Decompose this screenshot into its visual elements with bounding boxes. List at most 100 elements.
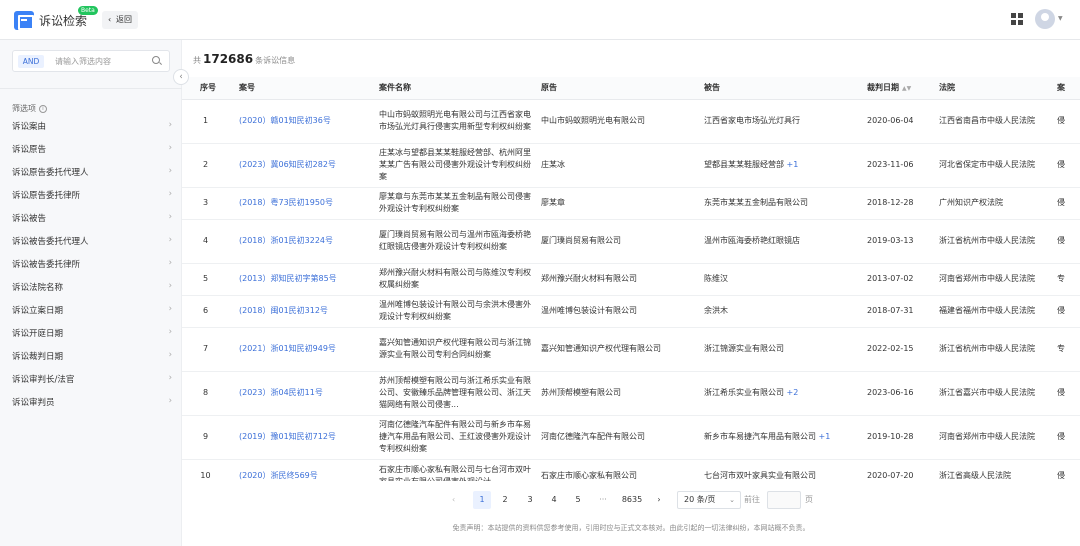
chevron-right-icon: ›: [168, 166, 172, 176]
row-index: 7: [182, 327, 234, 372]
filter-item-defendant-firm[interactable]: 诉讼被告委托律所 ›: [12, 258, 172, 272]
defendant: 陈维汉: [699, 263, 862, 296]
judgment-date: 2013-07-02: [862, 263, 934, 296]
case-name: 庄某冰与望都县某某鞋服经营部、杭州阿里某某广告有限公司侵害外观设计专利权纠纷案: [374, 143, 536, 188]
case-number-link[interactable]: (2018）粤73民初1950号: [234, 187, 374, 220]
table-header-row: 序号 案号 案件名称 原告 被告 裁判日期 ▲▼ 法院 案: [182, 77, 1080, 100]
filter-search-input[interactable]: 请输入筛选内容: [55, 56, 111, 67]
chevron-right-icon: ›: [168, 327, 172, 337]
user-avatar[interactable]: [1035, 9, 1055, 29]
cause: 侵: [1052, 295, 1080, 328]
case-number-link[interactable]: (2019）豫01知民初712号: [234, 415, 374, 460]
court: 江西省南昌市中级人民法院: [934, 99, 1052, 144]
case-number-link[interactable]: (2023）浙04民初11号: [234, 371, 374, 416]
page-size-select[interactable]: 20 条/页 ⌄: [677, 491, 741, 509]
case-number-link[interactable]: (2021）浙01知民初949号: [234, 327, 374, 372]
case-number-link[interactable]: (2020）赣01知民初36号: [234, 99, 374, 144]
chevron-right-icon: ›: [168, 143, 172, 153]
case-number-link[interactable]: (2023）冀06知民初282号: [234, 143, 374, 188]
col-header-index: 序号: [182, 77, 234, 100]
filter-item-chief-judge[interactable]: 诉讼审判长/法官 ›: [12, 373, 172, 387]
results-table: 序号 案号 案件名称 原告 被告 裁判日期 ▲▼ 法院 案 1 (2020）赣01…: [182, 77, 1080, 494]
cause: 侵: [1052, 371, 1080, 416]
page-button-1[interactable]: 1: [473, 491, 491, 509]
table-row[interactable]: 6 (2018）闽01民初312号 温州唯博包装设计有限公司与余洪木侵害外观设计…: [182, 295, 1080, 328]
filter-item-judgment-date[interactable]: 诉讼裁判日期 ›: [12, 350, 172, 364]
case-number-link[interactable]: (2013）郑知民初字第85号: [234, 263, 374, 296]
filter-item-court[interactable]: 诉讼法院名称 ›: [12, 281, 172, 295]
disclaimer-text: 免责声明：本站提供的资料供您参考使用，引用时应与正式文本核对。由此引起的一切法律…: [452, 524, 810, 532]
page-button-5[interactable]: 5: [573, 491, 583, 509]
table-row[interactable]: 1 (2020）赣01知民初36号 中山市蚂蚁照明光电有限公司与江西省家电市场弘…: [182, 99, 1080, 144]
results-panel: 共 172686 条诉讼信息 序号 案号 案件名称 原告 被告 裁判日期 ▲▼ 法院 …: [182, 40, 1080, 546]
defendant-more-link[interactable]: +1: [819, 432, 831, 441]
page-button-3[interactable]: 3: [525, 491, 535, 509]
prev-page-button[interactable]: ‹: [452, 491, 455, 509]
chevron-left-icon: ‹: [179, 72, 183, 82]
filter-item-defendant-agent[interactable]: 诉讼被告委托代理人 ›: [12, 235, 172, 249]
row-index: 8: [182, 371, 234, 416]
row-index: 5: [182, 263, 234, 296]
grid-apps-icon[interactable]: [1011, 13, 1023, 25]
filter-search-box[interactable]: AND 请输入筛选内容: [12, 50, 170, 72]
filter-item-plaintiff-firm[interactable]: 诉讼原告委托律所 ›: [12, 189, 172, 203]
court: 浙江省杭州市中级人民法院: [934, 219, 1052, 264]
plaintiff: 廖某章: [536, 187, 699, 220]
and-operator-tag[interactable]: AND: [18, 55, 44, 68]
back-button[interactable]: ‹ 返回: [102, 11, 138, 29]
defendant: 温州市瓯海委桥艳红眼镜店: [699, 219, 862, 264]
table-row[interactable]: 5 (2013）郑知民初字第85号 郑州豫兴耐火材料有限公司与陈维汉专利权权属纠…: [182, 263, 1080, 296]
caret-down-icon[interactable]: ▼: [1058, 15, 1063, 22]
judgment-date: 2019-10-28: [862, 415, 934, 460]
judgment-date: 2022-02-15: [862, 327, 934, 372]
judgment-date: 2023-06-16: [862, 371, 934, 416]
page-button-4[interactable]: 4: [549, 491, 559, 509]
row-index: 2: [182, 143, 234, 188]
info-icon[interactable]: i: [39, 104, 47, 113]
collapse-sidebar-button[interactable]: ‹: [173, 69, 189, 85]
case-number-link[interactable]: (2018）浙01民初3224号: [234, 219, 374, 264]
filter-item-hearing-date[interactable]: 诉讼开庭日期 ›: [12, 327, 172, 341]
cause: 侵: [1052, 99, 1080, 144]
defendant-more-link[interactable]: +2: [787, 388, 799, 397]
defendant-more-link[interactable]: +1: [787, 160, 799, 169]
case-name: 中山市蚂蚁照明光电有限公司与江西省家电市场弘光灯具行侵害实用新型专利权纠纷案: [374, 99, 536, 144]
filter-item-plaintiff[interactable]: 诉讼原告 ›: [12, 143, 172, 157]
plaintiff: 庄某冰: [536, 143, 699, 188]
judgment-date: 2018-07-31: [862, 295, 934, 328]
cause: 侵: [1052, 143, 1080, 188]
case-name: 河南亿德隆汽车配件有限公司与新乡市车易捷汽车用品有限公司、王红波侵害外观设计专利…: [374, 415, 536, 460]
filter-item-defendant[interactable]: 诉讼被告 ›: [12, 212, 172, 226]
defendant: 新乡市车易捷汽车用品有限公司 +1: [699, 415, 862, 460]
page-button-last[interactable]: 8635: [620, 491, 644, 509]
row-index: 4: [182, 219, 234, 264]
defendant: 江西省家电市场弘光灯具行: [699, 99, 862, 144]
case-name: 郑州豫兴耐火材料有限公司与陈维汉专利权权属纠纷案: [374, 263, 536, 296]
chevron-right-icon: ›: [168, 120, 172, 130]
col-header-case-no: 案号: [234, 77, 374, 100]
filter-item-judge[interactable]: 诉讼审判员 ›: [12, 396, 172, 410]
col-header-defendant: 被告: [699, 77, 862, 100]
next-page-button[interactable]: ›: [655, 491, 663, 509]
col-header-plaintiff: 原告: [536, 77, 699, 100]
col-header-court: 法院: [934, 77, 1052, 100]
case-number-link[interactable]: (2018）闽01民初312号: [234, 295, 374, 328]
page-button-2[interactable]: 2: [500, 491, 510, 509]
case-name: 嘉兴知管通知识产权代理有限公司与浙江锦源实业有限公司专利合同纠纷案: [374, 327, 536, 372]
filter-item-plaintiff-agent[interactable]: 诉讼原告委托代理人 ›: [12, 166, 172, 180]
col-header-judgment-date[interactable]: 裁判日期 ▲▼: [862, 77, 934, 100]
table-row[interactable]: 4 (2018）浙01民初3224号 厦门璞尚贸易有限公司与温州市瓯海委桥艳红眼…: [182, 219, 1080, 264]
case-name: 苏州顶帮模塑有限公司与浙江希乐实业有限公司、安徽臻乐品牌管理有限公司、浙江天猫网…: [374, 371, 536, 416]
table-row[interactable]: 8 (2023）浙04民初11号 苏州顶帮模塑有限公司与浙江希乐实业有限公司、安…: [182, 371, 1080, 416]
search-icon[interactable]: [152, 56, 160, 64]
table-row[interactable]: 2 (2023）冀06知民初282号 庄某冰与望都县某某鞋服经营部、杭州阿里某某…: [182, 143, 1080, 188]
sort-icon[interactable]: ▲▼: [902, 85, 911, 92]
page-ellipsis[interactable]: ···: [596, 491, 610, 509]
filter-item-filing-date[interactable]: 诉讼立案日期 ›: [12, 304, 172, 318]
table-row[interactable]: 9 (2019）豫01知民初712号 河南亿德隆汽车配件有限公司与新乡市车易捷汽…: [182, 415, 1080, 460]
defendant: 浙江锦源实业有限公司: [699, 327, 862, 372]
table-row[interactable]: 7 (2021）浙01知民初949号 嘉兴知管通知识产权代理有限公司与浙江锦源实…: [182, 327, 1080, 372]
table-row[interactable]: 3 (2018）粤73民初1950号 廖某章与东莞市某某五金制品有限公司侵害外观…: [182, 187, 1080, 220]
filter-item-cause[interactable]: 诉讼案由 ›: [12, 120, 172, 134]
goto-page-input[interactable]: [767, 491, 801, 509]
